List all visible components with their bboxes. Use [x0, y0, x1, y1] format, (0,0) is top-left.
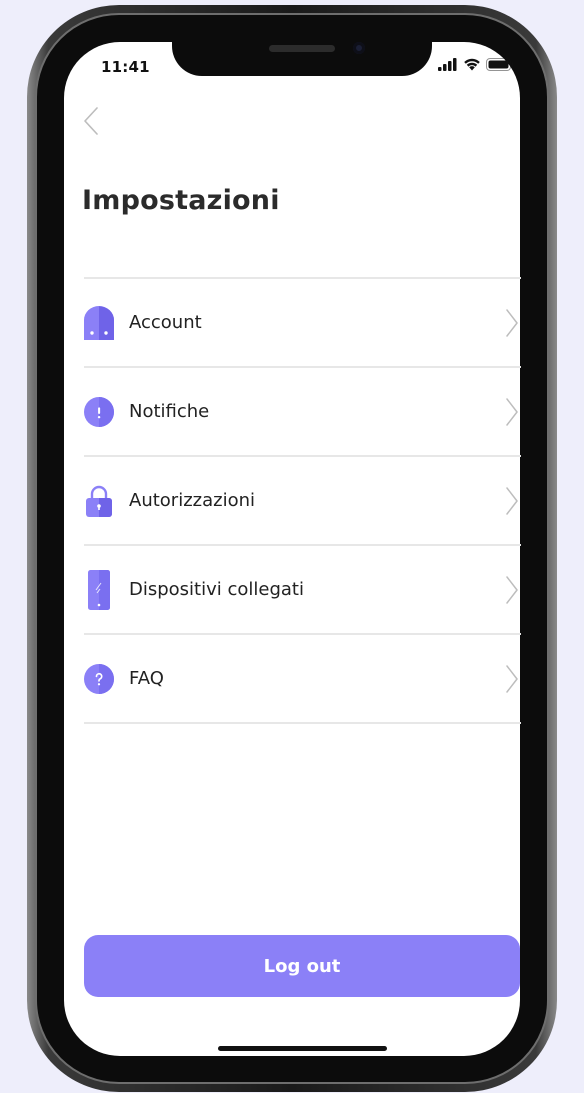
notch [172, 28, 432, 76]
logout-button[interactable]: Log out [84, 935, 520, 997]
settings-item-autorizzazioni[interactable]: Autorizzazioni [84, 457, 521, 546]
home-indicator[interactable] [218, 1046, 387, 1051]
chevron-right-icon [506, 664, 518, 693]
settings-item-label: Notifiche [129, 401, 210, 422]
settings-item-faq[interactable]: FAQ [84, 635, 521, 724]
front-camera [353, 42, 365, 54]
settings-item-label: Dispositivi collegati [129, 579, 304, 600]
chevron-right-icon [506, 308, 518, 337]
settings-item-label: Account [129, 312, 202, 333]
signal-icon [438, 57, 457, 71]
settings-item-label: Autorizzazioni [129, 490, 255, 511]
status-icons [438, 56, 514, 72]
device-icon [84, 569, 114, 610]
chevron-right-icon [506, 397, 518, 426]
chevron-left-icon[interactable] [82, 106, 102, 136]
account-icon [84, 305, 114, 340]
battery-icon [486, 57, 514, 71]
settings-item-notifiche[interactable]: Notifiche [84, 368, 521, 457]
wifi-icon [464, 58, 480, 70]
speaker-grille [269, 45, 335, 52]
settings-list: Account Notifiche Autorizzazioni Disposi… [84, 277, 521, 724]
help-icon [84, 662, 114, 696]
chevron-right-icon [506, 486, 518, 515]
notification-icon [84, 395, 114, 429]
page-title: Impostazioni [82, 185, 280, 216]
settings-item-dispositivi-collegati[interactable]: Dispositivi collegati [84, 546, 521, 635]
settings-item-account[interactable]: Account [84, 279, 521, 368]
lock-icon [84, 484, 114, 518]
settings-item-label: FAQ [129, 668, 164, 689]
chevron-right-icon [506, 575, 518, 604]
status-time: 11:41 [101, 58, 150, 76]
